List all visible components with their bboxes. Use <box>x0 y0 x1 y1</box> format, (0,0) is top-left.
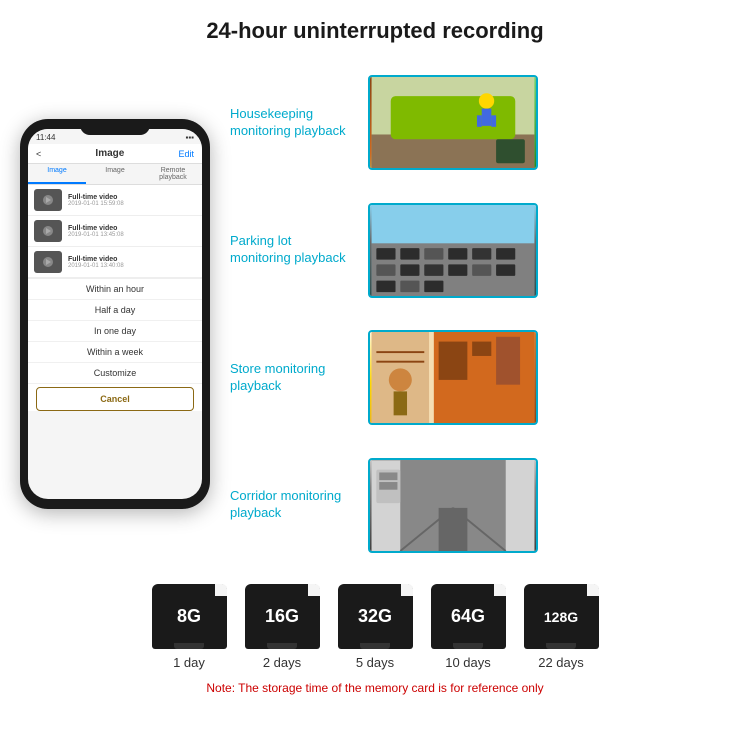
sd-days-32g: 5 days <box>356 655 394 670</box>
video-item-2[interactable]: Full-time video 2019-01-01 13:45:08 <box>28 216 202 247</box>
phone-nav: < Image Edit <box>28 144 202 164</box>
monitoring-image-housekeeping <box>368 75 538 170</box>
storage-section: 8G 1 day 16G 2 days 32G 5 days 64G 10 da… <box>0 574 750 675</box>
tab-image[interactable]: Image <box>28 164 86 184</box>
img-housekeeping <box>370 77 536 168</box>
video-item-3[interactable]: Full-time video 2019-01-01 13:40:08 <box>28 247 202 278</box>
phone-notch <box>80 119 150 135</box>
dropdown-item-3[interactable]: Within a week <box>28 342 202 363</box>
sd-card-64g: 64G <box>431 584 506 649</box>
sd-label-64g: 64G <box>451 606 485 627</box>
monitoring-label-parking: Parking lot monitoring playback <box>230 233 360 267</box>
phone-nav-title: Image <box>95 148 124 159</box>
phone-mockup: 11:44 ▪▪▪ < Image Edit Image Image Remot… <box>20 119 210 509</box>
storage-card-8g: 8G 1 day <box>152 584 227 670</box>
phone-icons: ▪▪▪ <box>185 133 194 142</box>
monitoring-label-store: Store monitoring playback <box>230 361 360 395</box>
dropdown-item-0[interactable]: Within an hour <box>28 279 202 300</box>
monitoring-image-corridor <box>368 458 538 553</box>
dropdown-item-2[interactable]: In one day <box>28 321 202 342</box>
sd-notch-16g <box>308 584 320 596</box>
tab-image2[interactable]: Image <box>86 164 144 184</box>
video-title-1: Full-time video <box>68 194 196 201</box>
sd-card-32g: 32G <box>338 584 413 649</box>
phone-dropdown: Within an hour Half a day In one day Wit… <box>28 278 202 411</box>
sd-notch-128g <box>587 584 599 596</box>
video-date-3: 2019-01-01 13:40:08 <box>68 263 196 269</box>
monitoring-item-store: Store monitoring playback <box>230 330 740 425</box>
img-corridor <box>370 460 536 551</box>
video-thumb-1 <box>34 189 62 211</box>
monitoring-item-corridor: Corridor monitoring playback <box>230 458 740 553</box>
storage-card-64g: 64G 10 days <box>431 584 506 670</box>
phone-container: 11:44 ▪▪▪ < Image Edit Image Image Remot… <box>10 54 220 574</box>
sd-card-128g: 128G <box>524 584 599 649</box>
img-parking <box>370 205 536 296</box>
phone-nav-edit[interactable]: Edit <box>178 149 194 159</box>
storage-card-16g: 16G 2 days <box>245 584 320 670</box>
video-thumb-2 <box>34 220 62 242</box>
phone-screen: 11:44 ▪▪▪ < Image Edit Image Image Remot… <box>28 129 202 499</box>
video-info-1: Full-time video 2019-01-01 15:59:08 <box>68 194 196 207</box>
video-info-3: Full-time video 2019-01-01 13:40:08 <box>68 256 196 269</box>
dropdown-item-1[interactable]: Half a day <box>28 300 202 321</box>
sd-notch-8g <box>215 584 227 596</box>
monitoring-image-store <box>368 330 538 425</box>
video-item-1[interactable]: Full-time video 2019-01-01 15:59:08 <box>28 185 202 216</box>
storage-card-32g: 32G 5 days <box>338 584 413 670</box>
sd-label-128g: 128G <box>544 609 578 625</box>
main-content: 11:44 ▪▪▪ < Image Edit Image Image Remot… <box>0 54 750 574</box>
monitoring-section: Housekeeping monitoring playback <box>230 54 740 574</box>
sd-label-16g: 16G <box>265 606 299 627</box>
sd-label-32g: 32G <box>358 606 392 627</box>
sd-notch-64g <box>494 584 506 596</box>
video-info-2: Full-time video 2019-01-01 13:45:08 <box>68 225 196 238</box>
video-title-2: Full-time video <box>68 225 196 232</box>
storage-card-128g: 128G 22 days <box>524 584 599 670</box>
video-title-3: Full-time video <box>68 256 196 263</box>
video-date-1: 2019-01-01 15:59:08 <box>68 201 196 207</box>
sd-days-128g: 22 days <box>538 655 584 670</box>
phone-time: 11:44 <box>36 133 55 142</box>
sd-days-8g: 1 day <box>173 655 205 670</box>
page-title: 24-hour uninterrupted recording <box>0 0 750 54</box>
sd-card-8g: 8G <box>152 584 227 649</box>
video-thumb-3 <box>34 251 62 273</box>
dropdown-cancel[interactable]: Cancel <box>36 387 194 411</box>
sd-days-64g: 10 days <box>445 655 491 670</box>
monitoring-label-corridor: Corridor monitoring playback <box>230 488 360 522</box>
sd-notch-32g <box>401 584 413 596</box>
monitoring-image-parking <box>368 203 538 298</box>
monitoring-item-parking: Parking lot monitoring playback <box>230 203 740 298</box>
sd-label-8g: 8G <box>177 606 201 627</box>
note-section: Note: The storage time of the memory car… <box>0 675 750 701</box>
phone-back[interactable]: < <box>36 149 41 159</box>
dropdown-item-4[interactable]: Customize <box>28 363 202 384</box>
tab-remote[interactable]: Remote playback <box>144 164 202 184</box>
sd-card-16g: 16G <box>245 584 320 649</box>
monitoring-item-housekeeping: Housekeeping monitoring playback <box>230 75 740 170</box>
note-text: Note: The storage time of the memory car… <box>206 681 543 695</box>
monitoring-label-housekeeping: Housekeeping monitoring playback <box>230 106 360 140</box>
sd-days-16g: 2 days <box>263 655 301 670</box>
img-store <box>370 332 536 423</box>
video-date-2: 2019-01-01 13:45:08 <box>68 232 196 238</box>
phone-tabs: Image Image Remote playback <box>28 164 202 185</box>
